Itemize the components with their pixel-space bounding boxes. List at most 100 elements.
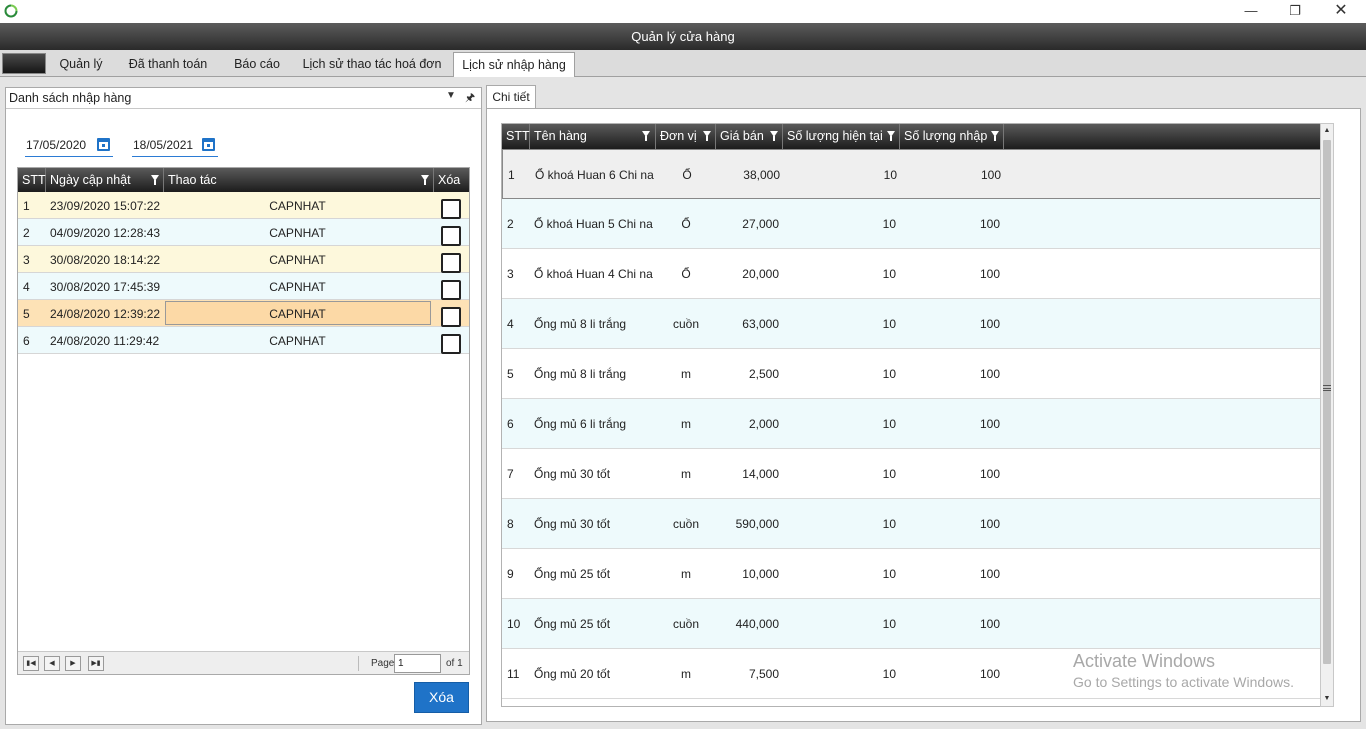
cell-stt: 2 bbox=[507, 217, 514, 231]
tab-home[interactable] bbox=[2, 53, 46, 74]
tab-chi-tiet[interactable]: Chi tiết bbox=[486, 85, 536, 109]
filter-icon[interactable] bbox=[151, 175, 159, 185]
delete-checkbox[interactable] bbox=[441, 280, 461, 300]
cell-action: CAPNHAT bbox=[269, 226, 326, 240]
filter-icon[interactable] bbox=[421, 175, 429, 185]
pin-icon[interactable]: 🖈 bbox=[465, 89, 475, 108]
pager: ▮◀ ◀ ▶ ▶▮ Page 1 of 1 bbox=[18, 651, 469, 674]
panel-header: Danh sách nhập hàng ▼ 🖈 bbox=[6, 88, 481, 109]
last-page-icon[interactable]: ▶▮ bbox=[88, 656, 104, 671]
table-row[interactable]: 6 Ống mủ 6 li trắng m 2,000 10 100 bbox=[502, 399, 1328, 449]
close-icon[interactable]: ✕ bbox=[1318, 0, 1364, 23]
delete-button[interactable]: Xóa bbox=[414, 682, 469, 713]
cell-price: 7,500 bbox=[748, 667, 779, 681]
table-row[interactable]: 5 Ống mủ 8 li trắng m 2,500 10 100 bbox=[502, 349, 1328, 399]
col-ngay-cap-nhat[interactable]: Ngày cập nhật bbox=[46, 168, 164, 192]
date-to-value: 18/05/2021 bbox=[133, 138, 194, 152]
cell-name: Ống mủ 30 tốt bbox=[534, 517, 611, 531]
filter-icon[interactable] bbox=[991, 131, 999, 141]
cell-imported: 100 bbox=[980, 168, 1001, 182]
table-row[interactable]: 2 04/09/2020 12:28:43 CAPNHAT bbox=[18, 219, 469, 246]
cell-unit: m bbox=[681, 417, 691, 431]
tab-quan-ly[interactable]: Quản lý bbox=[50, 52, 112, 77]
table-row[interactable]: 10 Ống mủ 25 tốt cuồn 440,000 10 100 bbox=[502, 599, 1328, 649]
table-row[interactable]: 1 Ổ khoá Huan 6 Chi na Ổ 38,000 10 100 bbox=[502, 149, 1328, 199]
table-row[interactable]: 1 23/09/2020 15:07:22 CAPNHAT bbox=[18, 192, 469, 219]
next-page-icon[interactable]: ▶ bbox=[65, 656, 81, 671]
cell-stt: 1 bbox=[23, 199, 30, 213]
cell-imported: 100 bbox=[979, 217, 1000, 231]
dropdown-caret-icon[interactable]: ▼ bbox=[446, 90, 456, 101]
table-row[interactable]: 8 Ống mủ 30 tốt cuồn 590,000 10 100 bbox=[502, 499, 1328, 549]
activation-watermark: Activate Windows Go to Settings to activ… bbox=[1073, 651, 1294, 690]
cell-name: Ổ khoá Huan 6 Chi na bbox=[535, 168, 654, 182]
minimize-icon[interactable]: — bbox=[1228, 0, 1274, 23]
col-so-luong-nhap-label: Số lượng nhập bbox=[904, 129, 988, 143]
table-row[interactable]: 6 24/08/2020 11:29:42 CAPNHAT bbox=[18, 327, 469, 354]
cell-stt: 1 bbox=[508, 168, 515, 182]
tab-da-thanh-toan[interactable]: Đã thanh toán bbox=[118, 52, 218, 77]
delete-checkbox[interactable] bbox=[441, 226, 461, 246]
tab-lich-su-hoa-don[interactable]: Lịch sử thao tác hoá đơn bbox=[296, 52, 448, 77]
filter-icon[interactable] bbox=[642, 131, 650, 141]
cell-unit: cuồn bbox=[672, 317, 700, 331]
tab-lich-su-nhap-hang[interactable]: Lịch sử nhập hàng bbox=[453, 52, 575, 77]
delete-checkbox[interactable] bbox=[441, 334, 461, 354]
table-row[interactable]: 4 30/08/2020 17:45:39 CAPNHAT bbox=[18, 273, 469, 300]
delete-checkbox[interactable] bbox=[441, 199, 461, 219]
col-don-vi[interactable]: Đơn vị bbox=[656, 124, 716, 149]
col-stt[interactable]: STT bbox=[18, 168, 46, 192]
watermark-subtitle: Go to Settings to activate Windows. bbox=[1073, 674, 1294, 690]
prev-page-icon[interactable]: ◀ bbox=[44, 656, 60, 671]
col-thao-tac[interactable]: Thao tác bbox=[164, 168, 434, 192]
filter-icon[interactable] bbox=[887, 131, 895, 141]
col-gia-ban[interactable]: Giá bán bbox=[716, 124, 783, 149]
cell-name: Ống mủ 25 tốt bbox=[534, 567, 611, 581]
delete-checkbox[interactable] bbox=[441, 253, 461, 273]
cell-stt: 5 bbox=[23, 307, 30, 321]
col-so-luong-hien-tai[interactable]: Số lượng hiện tại bbox=[783, 124, 900, 149]
calendar-icon[interactable] bbox=[97, 138, 110, 151]
scroll-down-icon[interactable]: ▼ bbox=[1321, 692, 1333, 706]
cell-date: 04/09/2020 12:28:43 bbox=[50, 226, 161, 240]
col-stt[interactable]: STT bbox=[502, 124, 530, 149]
cell-name: Ổ khoá Huan 5 Chi na bbox=[534, 217, 653, 231]
scroll-thumb[interactable] bbox=[1323, 140, 1331, 664]
grid-header: STT Tên hàng Đơn vị Giá bán Số lượng hiệ… bbox=[502, 124, 1332, 149]
date-to-picker[interactable]: 18/05/2021 bbox=[132, 135, 218, 157]
calendar-icon[interactable] bbox=[202, 138, 215, 151]
cell-stt: 4 bbox=[507, 317, 514, 331]
cell-current: 10 bbox=[882, 217, 896, 231]
table-row[interactable]: 7 Ống mủ 30 tốt m 14,000 10 100 bbox=[502, 449, 1328, 499]
cell-imported: 100 bbox=[979, 317, 1000, 331]
cell-imported: 100 bbox=[979, 667, 1000, 681]
table-row-selected[interactable]: 5 24/08/2020 12:39:22 CAPNHAT bbox=[18, 300, 469, 327]
date-from-picker[interactable]: 17/05/2020 bbox=[25, 135, 113, 157]
col-so-luong-nhap[interactable]: Số lượng nhập bbox=[900, 124, 1004, 149]
col-xoa[interactable]: Xóa bbox=[434, 168, 469, 192]
delete-checkbox[interactable] bbox=[441, 307, 461, 327]
table-row[interactable]: 4 Ống mủ 8 li trắng cuồn 63,000 10 100 bbox=[502, 299, 1328, 349]
import-list-panel: Danh sách nhập hàng ▼ 🖈 17/05/2020 18/05… bbox=[5, 87, 482, 725]
table-row[interactable]: 3 30/08/2020 18:14:22 CAPNHAT bbox=[18, 246, 469, 273]
tab-bao-cao[interactable]: Báo cáo bbox=[224, 52, 290, 77]
cell-date: 30/08/2020 18:14:22 bbox=[50, 253, 161, 267]
table-row[interactable]: 9 Ống mủ 25 tốt m 10,000 10 100 bbox=[502, 549, 1328, 599]
cell-stt: 10 bbox=[507, 617, 521, 631]
filter-icon[interactable] bbox=[770, 131, 778, 141]
cell-stt: 3 bbox=[23, 253, 30, 267]
restore-icon[interactable]: ❐ bbox=[1272, 0, 1318, 23]
table-row[interactable]: 2 Ổ khoá Huan 5 Chi na Ổ 27,000 10 100 bbox=[502, 199, 1328, 249]
filter-icon[interactable] bbox=[703, 131, 711, 141]
page-input[interactable]: 1 bbox=[394, 654, 441, 673]
cell-imported: 100 bbox=[979, 417, 1000, 431]
cell-price: 440,000 bbox=[735, 617, 779, 631]
scroll-up-icon[interactable]: ▲ bbox=[1321, 124, 1333, 138]
vertical-scrollbar[interactable]: ▲ ▼ bbox=[1320, 123, 1334, 707]
table-row[interactable]: 3 Ổ khoá Huan 4 Chi na Ổ 20,000 10 100 bbox=[502, 249, 1328, 299]
col-ten-hang[interactable]: Tên hàng bbox=[530, 124, 656, 149]
cell-date: 24/08/2020 12:39:22 bbox=[50, 307, 161, 321]
page-label: Page bbox=[371, 658, 395, 669]
title-bar: — ❐ ✕ bbox=[0, 0, 1366, 23]
first-page-icon[interactable]: ▮◀ bbox=[23, 656, 39, 671]
